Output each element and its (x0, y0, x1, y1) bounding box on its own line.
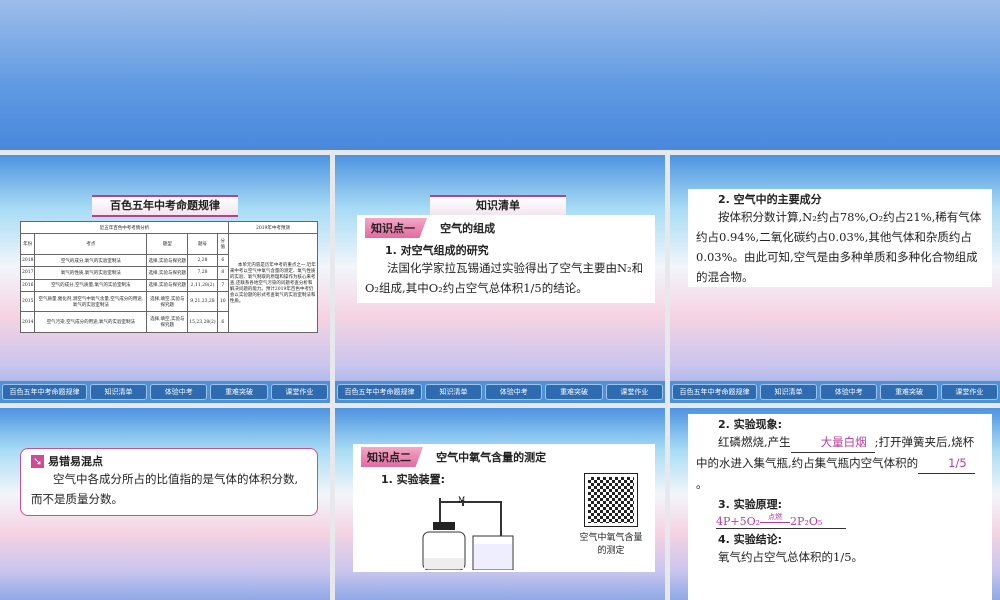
nav-button-3[interactable]: 重难突破 (210, 384, 268, 400)
slide-knowledge-2[interactable]: 2. 空气中的主要成分 按体积分数计算,N₂约占78%,O₂约占21%,稀有气体… (670, 155, 1000, 403)
nav-button-4[interactable]: 课堂作业 (940, 384, 998, 400)
table-cell: 选择,填空,实验与探究题 (146, 290, 189, 313)
subheading: 4. 实验结论: (718, 533, 783, 546)
equation: 4P+5O₂ 点燃 2P₂O₅ (716, 512, 846, 529)
table-cell: 9,21,23,28 (187, 290, 218, 313)
nav-button-0[interactable]: 百色五年中考命题规律 (337, 384, 422, 400)
table-cell: 空气的成分,空气质量,氧气的实验室制法 (34, 278, 148, 292)
table-cell: 8 (216, 266, 229, 280)
slide-experiment[interactable]: 2. 实验现象: 红磷燃烧,产生 大量白烟 ;打开弹簧夹后,烧杯中的水进入集气瓶,约… (670, 408, 1000, 600)
table-cell: 空气的成分,氧气的实验室制法 (34, 253, 148, 268)
content-box: 2. 实验现象: 红磷燃烧,产生 大量白烟 ;打开弹簧夹后,烧杯中的水进入集气瓶,约… (688, 414, 992, 600)
content-box: 知识点二 空气中氧气含量的测定 1. 实验装置: M 空气中氧气含量的测定 (353, 444, 655, 572)
mistake-title-text: 易错易混点 (48, 455, 104, 468)
knowledge-tag: 知识点一 (365, 218, 427, 238)
table-cell: 6 (216, 311, 229, 333)
column-header: 考点 (34, 233, 148, 255)
subheading: 3. 实验原理: (718, 498, 783, 511)
products: 2P₂O₅ (790, 515, 823, 528)
paragraph: 法国化学家拉瓦锡通过实验得出了空气主要由N₂和O₂组成,其中O₂约占空气总体积1… (365, 261, 644, 295)
slide-knowledge-1[interactable]: 知识清单 知识点一 空气的组成 1. 对空气组成的研究 法国化学家拉瓦锡通过实验… (335, 155, 665, 403)
conclusion: 氧气约占空气总体积的1/5。 (718, 550, 864, 564)
table-cell: 选择,填空,实验与探究题 (146, 311, 189, 333)
text: 。 (696, 477, 708, 491)
paragraph: 按体积分数计算,N₂约占78%,O₂约占21%,稀有气体约占0.94%,二氧化碳… (696, 210, 982, 284)
nav-button-1[interactable]: 知识清单 (759, 384, 818, 400)
table-cell: 2,11,28(2) (187, 278, 218, 292)
title-slide (0, 0, 1000, 150)
table-cell: 2014 (19, 311, 36, 333)
nav-button-0[interactable]: 百色五年中考命题规律 (2, 384, 87, 400)
paragraph: 空气中各成分所占的比值指的是气体的体积分数,而不是质量分数。 (31, 472, 299, 506)
apparatus-diagram: M (422, 496, 514, 570)
nav-bar: 百色五年中考命题规律 知识清单 体验中考 重难突破 课堂作业 (670, 381, 1000, 403)
subheading: 2. 实验现象: (718, 418, 783, 431)
table-cell: 空气质量,催化剂,测空气中氧气含量,空气成分的用途,氧气的实验室制法 (34, 290, 148, 313)
exam-table: 近五年百色中考考情分析 2019年中考预测 年份 考点 题型 题号 分值 本单元内容是历年中… (19, 220, 319, 333)
nav-button-1[interactable]: 知识清单 (89, 384, 148, 400)
column-header: 题号 (187, 233, 218, 255)
table-cell: 2,28 (187, 253, 218, 268)
phenomenon-text: 红磷燃烧,产生 大量白烟 ;打开弹簧夹后,烧杯中的水进入集气瓶,约占集气瓶内空气体积… (696, 432, 984, 494)
reactants: 4P+5O₂ (716, 515, 761, 528)
column-header: 分值 (216, 233, 229, 255)
text: 红磷燃烧,产生 (718, 435, 791, 449)
table-cell: 7 (216, 278, 229, 292)
subheading: 1. 对空气组成的研究 (385, 244, 489, 257)
nav-bar: 百色五年中考命题规律 知识清单 体验中考 重难突破 课堂作业 (0, 381, 330, 403)
nav-button-0[interactable]: 百色五年中考命题规律 (672, 384, 757, 400)
nav-bar: 百色五年中考命题规律 知识清单 体验中考 重难突破 课堂作业 (335, 381, 665, 403)
table-cell: 2015 (19, 290, 36, 313)
table-cell: 15,23,28(2) (187, 311, 218, 333)
nav-button-4[interactable]: 课堂作业 (270, 384, 328, 400)
condition: 点燃 (760, 512, 791, 523)
section-title: 空气中氧气含量的测定 (436, 451, 547, 464)
table-cell: 空气污染,空气成分的用途,氧气的实验室制法 (34, 311, 148, 333)
qr-code[interactable] (584, 473, 638, 527)
slide-banner: 百色五年中考命题规律 (92, 195, 238, 217)
nav-button-1[interactable]: 知识清单 (424, 384, 483, 400)
slide-mistakes[interactable]: ➘ 易错易混点 空气中各成分所占的比值指的是气体的体积分数,而不是质量分数。 (0, 408, 330, 600)
table-cell: 2018 (19, 253, 36, 268)
nav-button-4[interactable]: 课堂作业 (605, 384, 663, 400)
clip-label: M (458, 496, 465, 504)
column-header: 题型 (146, 233, 189, 255)
predict-title: 2019年中考预测 (227, 220, 319, 235)
table-cell: 2016 (19, 278, 36, 292)
slide-oxygen-measure[interactable]: 知识点二 空气中氧气含量的测定 1. 实验装置: M 空气中氧气含量的测定 (335, 408, 665, 600)
subheading: 2. 空气中的主要成分 (718, 193, 822, 206)
table-cell: 10 (216, 290, 229, 313)
arrow-icon: ➘ (31, 455, 45, 468)
content-box: 2. 空气中的主要成分 按体积分数计算,N₂约占78%,O₂约占21%,稀有气体… (688, 189, 992, 287)
table-cell: 7,28 (187, 266, 218, 280)
content-box: 知识点一 空气的组成 1. 对空气组成的研究 法国化学家拉瓦锡通过实验得出了空气… (357, 215, 655, 303)
table-title: 近五年百色中考考情分析 (20, 220, 229, 235)
nav-button-3[interactable]: 重难突破 (545, 384, 603, 400)
knowledge-tag: 知识点二 (361, 447, 423, 467)
table-cell: 6 (216, 253, 229, 268)
table-cell: 氧气的性质,氧气的实验室制法 (34, 266, 148, 280)
table-cell: 选择,实验与探究题 (146, 253, 189, 268)
table-cell: 选择,实验与探究题 (146, 278, 189, 292)
section-title: 空气的组成 (440, 222, 496, 235)
nav-button-3[interactable]: 重难突破 (880, 384, 938, 400)
prediction-text: 本单元内容是历年中考的重点之一,近年来中考以空气中氧气含量的测定、氧气性质的实验… (227, 233, 319, 333)
qr-caption: 空气中氧气含量的测定 (579, 533, 643, 556)
table-cell: 选择,实验与探究题 (146, 266, 189, 280)
nav-button-2[interactable]: 体验中考 (820, 384, 878, 400)
column-header: 年份 (19, 233, 36, 255)
nav-button-2[interactable]: 体验中考 (150, 384, 208, 400)
mistake-box: ➘ 易错易混点 空气中各成分所占的比值指的是气体的体积分数,而不是质量分数。 (20, 448, 318, 516)
answer-fill: 大量白烟 (790, 432, 875, 453)
mistake-title: ➘ 易错易混点 (31, 453, 307, 469)
answer-fill: 1/5 (918, 453, 975, 474)
nav-button-2[interactable]: 体验中考 (485, 384, 543, 400)
slide-exam-trends[interactable]: 百色五年中考命题规律 近五年百色中考考情分析 2019年中考预测 年份 考点 题型 题号… (0, 155, 330, 403)
table-cell: 2017 (19, 266, 36, 280)
slide-banner: 知识清单 (430, 195, 566, 217)
